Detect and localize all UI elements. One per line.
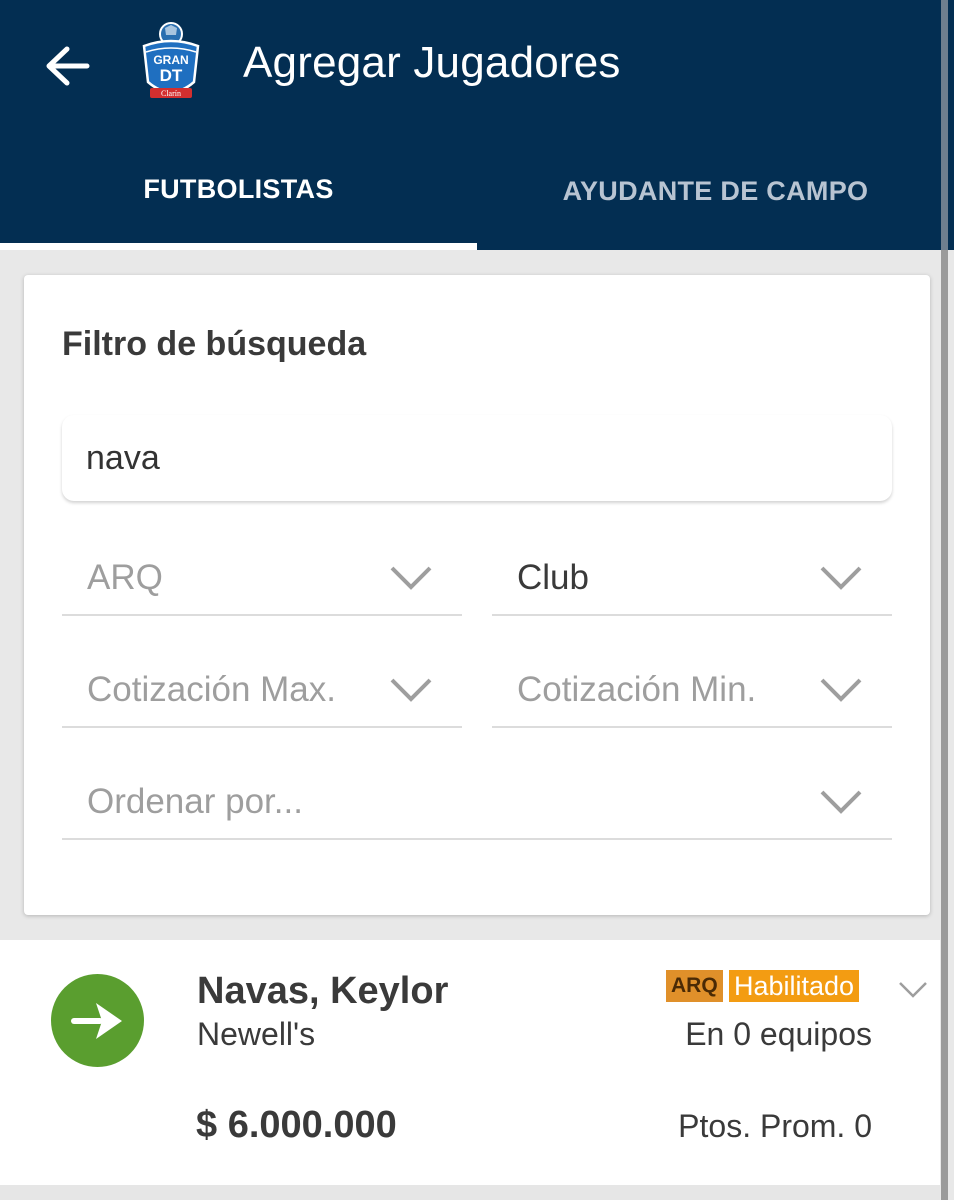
scrollbar-track-top xyxy=(941,0,948,250)
back-button[interactable] xyxy=(40,38,96,94)
svg-text:DT: DT xyxy=(160,66,183,85)
club-select[interactable]: Club xyxy=(492,540,892,616)
position-badge: ARQ xyxy=(666,970,723,1002)
player-name: Navas, Keylor xyxy=(197,970,449,1012)
tab-label: AYUDANTE DE CAMPO xyxy=(562,176,869,206)
tab-ayudante-de-campo[interactable]: AYUDANTE DE CAMPO xyxy=(477,160,954,250)
chevron-down-icon xyxy=(820,678,862,702)
position-select[interactable]: ARQ xyxy=(62,540,462,616)
chevron-down-icon xyxy=(820,790,862,814)
tab-futbolistas[interactable]: FUTBOLISTAS xyxy=(0,160,477,250)
player-average-points: Ptos. Prom. 0 xyxy=(678,1108,872,1144)
max-price-select[interactable]: Cotización Max. xyxy=(62,652,462,728)
arrow-left-icon xyxy=(46,46,90,86)
teams-count: En 0 equipos xyxy=(685,1016,872,1052)
player-club: Newell's xyxy=(197,1016,316,1052)
chevron-down-icon xyxy=(390,678,432,702)
tab-label: FUTBOLISTAS xyxy=(143,174,334,204)
svg-text:GRAN: GRAN xyxy=(153,53,188,67)
search-filter-card: Filtro de búsqueda ARQ Club Cotización M… xyxy=(24,275,930,915)
status-badge: Habilitado xyxy=(729,970,860,1002)
search-input[interactable] xyxy=(86,415,866,501)
gran-dt-logo: GRAN DT Clarín xyxy=(142,22,200,98)
order-by-select-value: Ordenar por... xyxy=(87,782,303,821)
chevron-down-icon[interactable] xyxy=(898,980,928,1000)
list-divider xyxy=(0,1185,940,1200)
position-select-value: ARQ xyxy=(87,558,163,597)
chevron-down-icon xyxy=(390,566,432,590)
chevron-down-icon xyxy=(820,566,862,590)
max-price-select-value: Cotización Max. xyxy=(87,670,336,709)
min-price-select[interactable]: Cotización Min. xyxy=(492,652,892,728)
page-title: Agregar Jugadores xyxy=(243,38,621,87)
player-list-item[interactable]: Navas, Keylor Newell's ARQ Habilitado En… xyxy=(0,940,940,1185)
arrow-right-icon xyxy=(70,1002,122,1039)
player-price: $ 6.000.000 xyxy=(196,1104,397,1146)
search-field[interactable] xyxy=(62,415,892,501)
filter-title: Filtro de búsqueda xyxy=(62,325,367,363)
min-price-select-value: Cotización Min. xyxy=(517,670,757,709)
active-tab-indicator xyxy=(0,243,477,250)
order-by-select[interactable]: Ordenar por... xyxy=(62,764,892,840)
app-bar: GRAN DT Clarín Agregar Jugadores FUTBOLI… xyxy=(0,0,954,250)
club-select-value: Club xyxy=(517,558,589,597)
add-player-button[interactable] xyxy=(51,974,144,1067)
svg-text:Clarín: Clarín xyxy=(161,89,181,98)
